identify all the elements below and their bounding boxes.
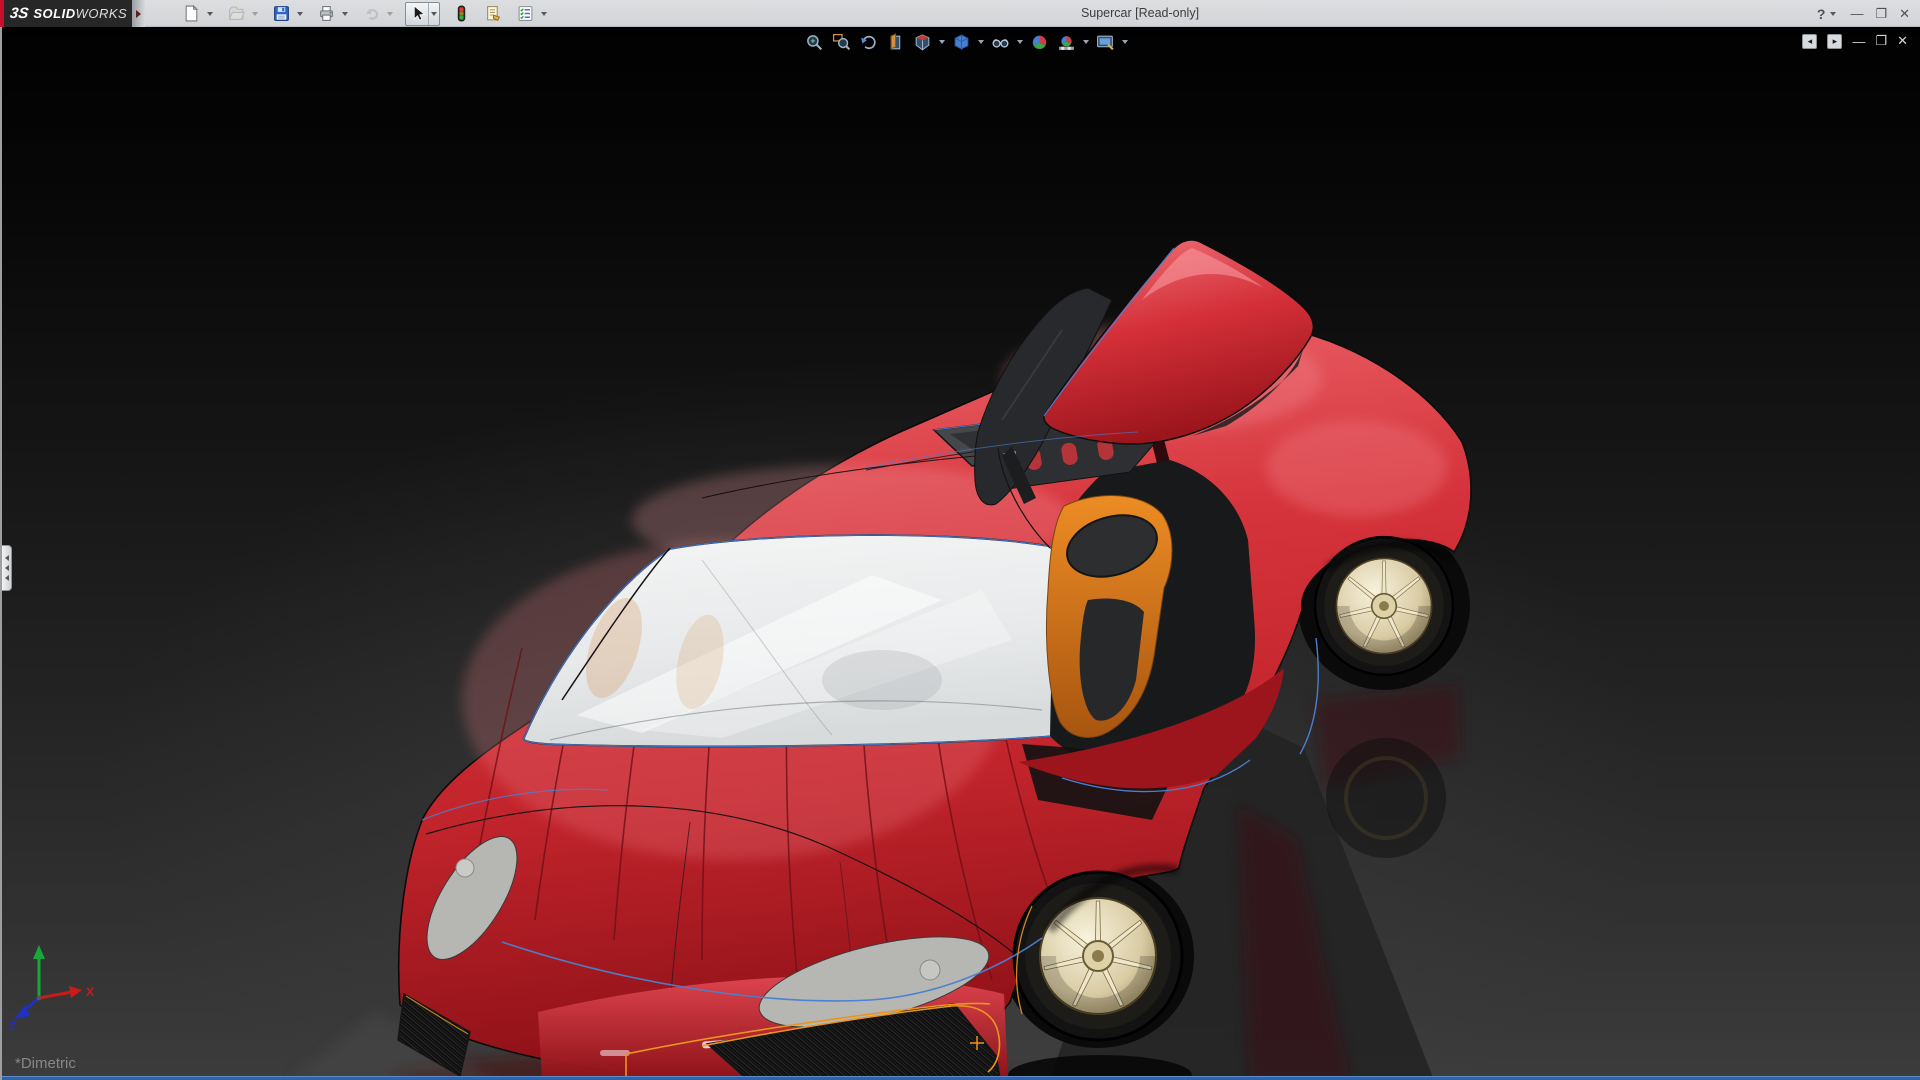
undo-arrow-icon <box>363 5 380 22</box>
print-dropdown[interactable] <box>339 3 350 25</box>
view-settings-button[interactable] <box>1093 30 1117 54</box>
view-orientation-cube-icon <box>913 33 932 52</box>
collapse-arrow-icon <box>5 575 9 581</box>
options-button[interactable] <box>514 3 536 25</box>
x-axis-label: X <box>86 985 94 999</box>
view-settings-icon <box>1096 33 1115 52</box>
doc-minimize-button[interactable]: — <box>1852 34 1865 49</box>
section-view-button[interactable] <box>883 30 907 54</box>
collapse-arrow-icon <box>5 565 9 571</box>
undo-dropdown[interactable] <box>384 3 395 25</box>
window-controls: ? — ❐ ✕ <box>1817 0 1910 27</box>
window-title: Supercar [Read-only] <box>1081 0 1199 27</box>
app-close-button[interactable]: ✕ <box>1899 0 1910 27</box>
3d-model-supercar[interactable] <box>2 27 1920 1080</box>
app-restore-button[interactable]: ❐ <box>1875 0 1887 27</box>
help-dropdown[interactable] <box>1827 3 1838 25</box>
edit-appearance-button[interactable] <box>1027 30 1051 54</box>
undo-button[interactable] <box>360 3 382 25</box>
x-axis-arrow <box>69 986 82 998</box>
zoom-to-area-button[interactable] <box>829 30 853 54</box>
print-icon <box>318 5 335 22</box>
collapse-left-pane-button[interactable]: ◂ <box>1802 34 1817 49</box>
app-minimize-button[interactable]: — <box>1850 0 1863 27</box>
save-button[interactable] <box>270 3 292 25</box>
print-button[interactable] <box>315 3 337 25</box>
zoom-to-fit-button[interactable] <box>802 30 826 54</box>
titlebar: 3S SOLIDWORKS <box>0 0 1920 27</box>
feature-manager-splitter[interactable] <box>2 545 12 591</box>
select-cursor-icon <box>409 5 426 22</box>
collapse-arrow-icon <box>5 555 9 561</box>
view-orientation-dropdown[interactable] <box>937 30 946 54</box>
view-orientation-button[interactable] <box>910 30 934 54</box>
traffic-light-icon <box>453 5 470 22</box>
logo-red-accent <box>0 0 4 27</box>
help-icon: ? <box>1817 6 1826 22</box>
y-axis-arrow <box>33 945 45 959</box>
display-style-cube-icon <box>952 33 971 52</box>
select-tool-group <box>405 2 440 26</box>
statusbar-top-edge <box>2 1076 1920 1080</box>
display-style-button[interactable] <box>949 30 973 54</box>
options-dropdown[interactable] <box>538 3 549 25</box>
expand-right-pane-button[interactable]: ▸ <box>1827 34 1842 49</box>
display-style-dropdown[interactable] <box>976 30 985 54</box>
reference-triad[interactable]: X Z <box>8 942 100 1036</box>
logo-brand-light: WORKS <box>76 6 128 21</box>
new-document-dropdown[interactable] <box>204 3 215 25</box>
open-folder-icon <box>228 5 245 22</box>
doc-close-button[interactable]: ✕ <box>1897 33 1908 49</box>
standard-toolbar <box>180 0 549 27</box>
rebuild-button[interactable] <box>450 3 472 25</box>
previous-view-icon <box>859 33 878 52</box>
file-properties-icon <box>485 5 502 22</box>
rgb-sphere-icon <box>1030 33 1049 52</box>
scene-sphere-icon <box>1057 33 1076 52</box>
new-document-icon <box>183 5 200 22</box>
new-document-button[interactable] <box>180 3 202 25</box>
menu-expand-arrow[interactable] <box>132 0 145 27</box>
view-settings-dropdown[interactable] <box>1120 30 1129 54</box>
doc-restore-button[interactable]: ❐ <box>1875 33 1887 49</box>
options-checklist-icon <box>517 5 534 22</box>
logo-3s-mark: 3S <box>9 5 30 22</box>
section-view-icon <box>886 33 905 52</box>
hide-show-items-button[interactable] <box>988 30 1012 54</box>
apply-scene-dropdown[interactable] <box>1081 30 1090 54</box>
previous-view-button[interactable] <box>856 30 880 54</box>
hide-show-items-dropdown[interactable] <box>1015 30 1024 54</box>
open-button[interactable] <box>225 3 247 25</box>
document-window-controls: ◂ ▸ — ❐ ✕ <box>1802 33 1908 49</box>
save-dropdown[interactable] <box>294 3 305 25</box>
apply-scene-button[interactable] <box>1054 30 1078 54</box>
save-floppy-icon <box>273 5 290 22</box>
select-tool-button[interactable] <box>406 3 428 25</box>
solidworks-logo: 3S SOLIDWORKS <box>0 0 132 27</box>
open-dropdown[interactable] <box>249 3 260 25</box>
eyeglasses-icon <box>991 33 1010 52</box>
help-button[interactable]: ? <box>1817 3 1839 25</box>
z-axis-label: Z <box>9 1019 16 1033</box>
front-wheel <box>1014 872 1182 1040</box>
logo-brand-bold: SOLID <box>33 6 75 21</box>
select-tool-dropdown[interactable] <box>428 3 439 25</box>
view-orientation-label: *Dimetric <box>15 1055 76 1072</box>
zoom-to-area-icon <box>832 33 851 52</box>
zoom-to-fit-icon <box>805 33 824 52</box>
file-properties-button[interactable] <box>482 3 504 25</box>
heads-up-view-toolbar <box>802 30 1129 54</box>
graphics-viewport[interactable]: ◂ ▸ — ❐ ✕ X Z *Dimetric <box>0 27 1920 1080</box>
